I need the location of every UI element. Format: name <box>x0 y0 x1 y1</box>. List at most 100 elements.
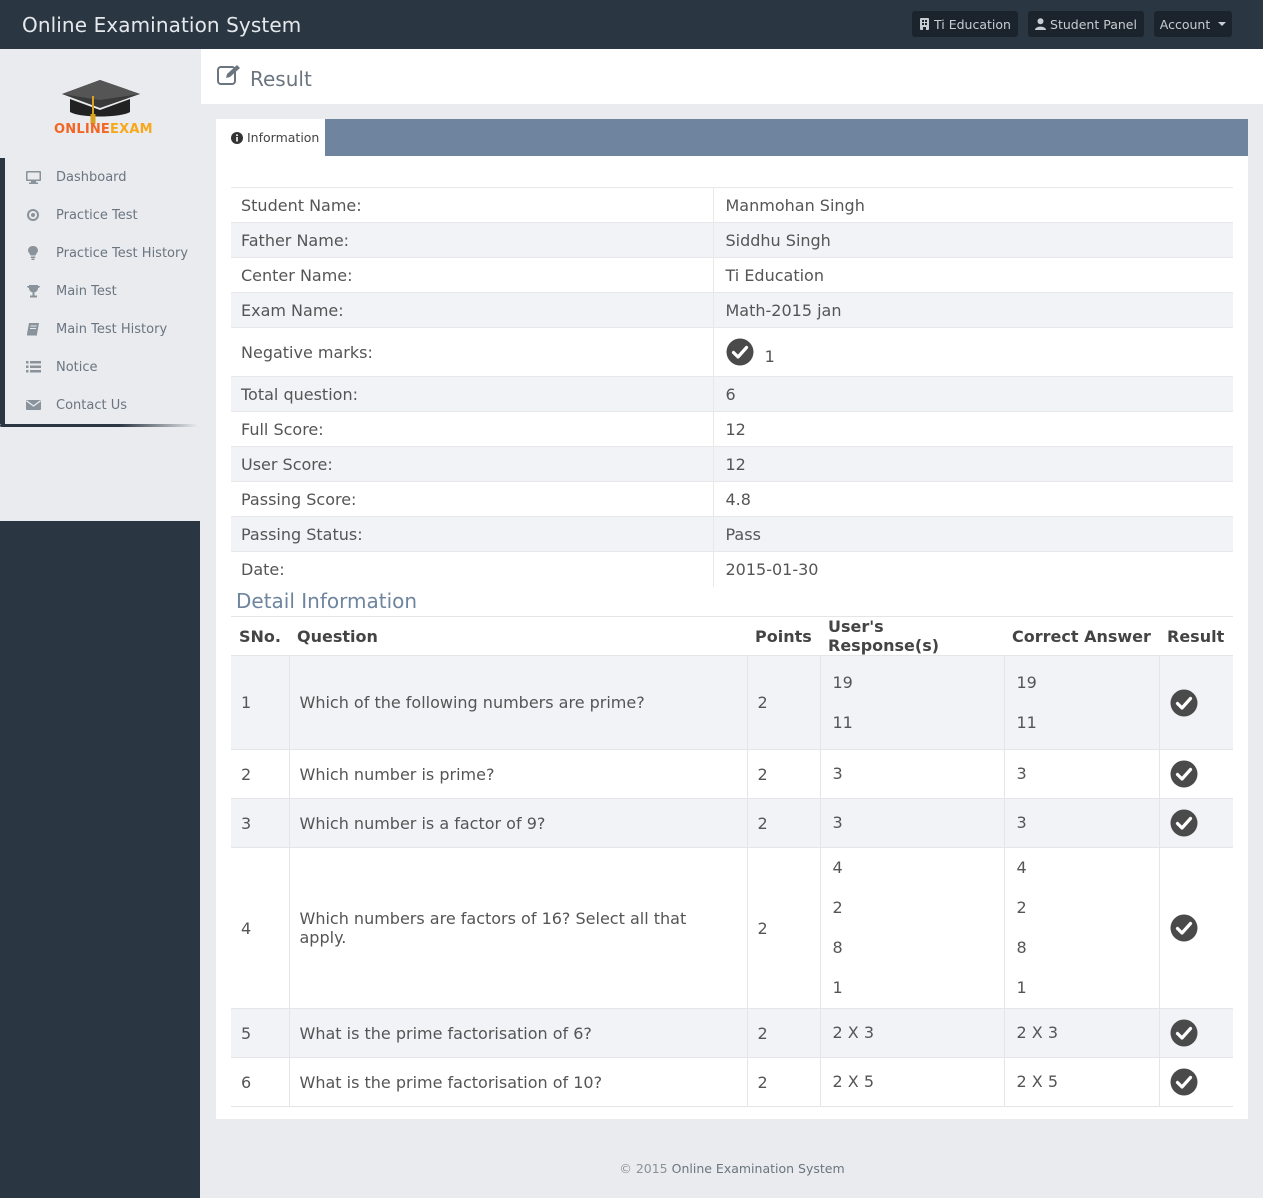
cell-question: What is the prime factorisation of 10? <box>288 1057 747 1107</box>
student-panel-button[interactable]: Student Panel <box>1028 11 1144 37</box>
header-points: Points <box>747 617 820 656</box>
table-row: 2 Which number is prime? 2 3 3 <box>231 749 1233 799</box>
logo-text: ONLINEEXAM <box>54 122 153 137</box>
sidebar-item-label: Main Test History <box>56 322 168 337</box>
header-question: Question <box>289 617 747 656</box>
cell-question: Which numbers are factors of 16? Select … <box>288 847 747 1009</box>
correct-value: 1 <box>1016 978 1027 997</box>
response-value: 3 <box>832 764 843 783</box>
info-value-total-question: 6 <box>712 376 1233 412</box>
book-icon <box>26 322 41 336</box>
correct-value: 4 <box>1016 858 1027 877</box>
table-row: 5 What is the prime factorisation of 6? 2 2… <box>231 1008 1233 1058</box>
sidebar-item-practice-test-history[interactable]: Practice Test History <box>0 234 200 272</box>
response-value: 2 X 5 <box>832 1072 875 1091</box>
center-button-label: Ti Education <box>934 16 1011 32</box>
response-value: 4 <box>832 858 843 877</box>
info-row-student-name: Student Name: Manmohan Singh <box>231 187 1233 223</box>
info-label: Passing Status: <box>231 516 713 552</box>
info-label: User Score: <box>231 446 713 482</box>
correct-value: 2 X 3 <box>1016 1023 1059 1042</box>
correct-value: 19 <box>1016 672 1037 692</box>
response-value: 8 <box>832 938 843 957</box>
table-row: 4 Which numbers are factors of 16? Select… <box>231 847 1233 1009</box>
negative-marks-value: 1 <box>764 346 775 366</box>
cell-question: Which of the following numbers are prime… <box>288 655 747 750</box>
info-label: Full Score: <box>231 411 713 447</box>
cell-result <box>1158 847 1233 1009</box>
sidebar-item-label: Dashboard <box>56 170 127 185</box>
envelope-icon <box>26 398 41 412</box>
cell-correct: 3 <box>1003 749 1159 799</box>
table-row: 6 What is the prime factorisation of 10? 2… <box>231 1057 1233 1107</box>
account-dropdown[interactable]: Account <box>1154 11 1232 37</box>
cell-correct: 4 2 8 1 <box>1003 847 1159 1009</box>
info-label: Negative marks: <box>231 327 713 377</box>
info-value-father-name: Siddhu Singh <box>712 222 1233 258</box>
correct-value: 2 <box>1016 898 1027 917</box>
info-label: Total question: <box>231 376 713 412</box>
info-row-total-question: Total question: 6 <box>231 376 1233 412</box>
info-label: Exam Name: <box>231 292 713 328</box>
check-circle-icon <box>1170 1019 1197 1047</box>
sidebar-item-label: Contact Us <box>56 398 127 413</box>
sidebar-item-main-test[interactable]: Main Test <box>0 272 200 310</box>
sidebar-item-label: Practice Test <box>56 208 138 223</box>
footer-copyright: © 2015 <box>619 1161 668 1176</box>
sidebar-item-notice[interactable]: Notice <box>0 348 200 386</box>
info-row-user-score: User Score: 12 <box>231 446 1233 482</box>
monitor-icon <box>26 170 41 184</box>
center-button[interactable]: Ti Education <box>912 11 1018 37</box>
sidebar-item-practice-test[interactable]: Practice Test <box>0 196 200 234</box>
cell-response: 2 X 5 <box>819 1057 1004 1107</box>
cell-response: 3 <box>819 798 1004 848</box>
cell-points: 2 <box>746 655 820 750</box>
cell-sno: 1 <box>231 655 289 750</box>
sidebar-item-label: Practice Test History <box>56 246 189 261</box>
correct-value: 8 <box>1016 938 1027 957</box>
info-circle-icon <box>231 131 243 144</box>
response-value: 1 <box>832 978 843 997</box>
correct-value: 3 <box>1016 813 1027 832</box>
header-sno: SNo. <box>231 617 289 656</box>
target-icon <box>26 208 41 222</box>
response-value: 2 X 3 <box>832 1023 875 1042</box>
cell-question: Which number is prime? <box>288 749 747 799</box>
info-label: Father Name: <box>231 222 713 258</box>
panel-tabs: Information <box>216 119 1248 156</box>
tab-information-label: Information <box>247 130 320 145</box>
sidebar-menu: Dashboard Practice Test Practice Test Hi… <box>0 158 200 424</box>
cell-result <box>1158 1008 1233 1058</box>
sidebar-bottom <box>0 521 200 1198</box>
cell-result <box>1158 798 1233 848</box>
top-navbar: Online Examination System Ti Education S… <box>0 0 1263 49</box>
page-title: Result <box>250 67 312 91</box>
table-row: 3 Which number is a factor of 9? 2 3 3 <box>231 798 1233 848</box>
sidebar-item-contact-us[interactable]: Contact Us <box>0 386 200 424</box>
info-label: Center Name: <box>231 257 713 293</box>
response-value: 11 <box>832 712 853 732</box>
tab-information[interactable]: Information <box>216 119 325 156</box>
cell-points: 2 <box>746 847 820 1009</box>
cell-response: 4 2 8 1 <box>819 847 1004 1009</box>
sidebar-item-label: Notice <box>56 360 98 375</box>
cell-correct: 2 X 5 <box>1003 1057 1159 1107</box>
cell-sno: 5 <box>231 1008 289 1058</box>
footer-system-link[interactable]: Online Examination System <box>672 1161 845 1176</box>
info-value-negative-marks: 1 <box>712 327 1233 377</box>
account-label: Account <box>1159 16 1211 32</box>
lightbulb-icon <box>26 246 41 260</box>
sidebar-item-main-test-history[interactable]: Main Test History <box>0 310 200 348</box>
cell-points: 2 <box>746 1057 820 1107</box>
brand-title[interactable]: Online Examination System <box>22 13 301 37</box>
check-circle-icon <box>1170 809 1197 837</box>
sidebar-divider <box>0 424 198 427</box>
info-value-date: 2015-01-30 <box>712 551 1233 587</box>
header-response: User's Response(s) <box>820 617 1004 656</box>
info-row-passing-score: Passing Score: 4.8 <box>231 481 1233 517</box>
info-label: Student Name: <box>231 187 713 223</box>
building-icon <box>920 18 930 30</box>
sidebar-item-dashboard[interactable]: Dashboard <box>0 158 200 196</box>
user-icon <box>1035 18 1047 30</box>
cell-points: 2 <box>746 749 820 799</box>
